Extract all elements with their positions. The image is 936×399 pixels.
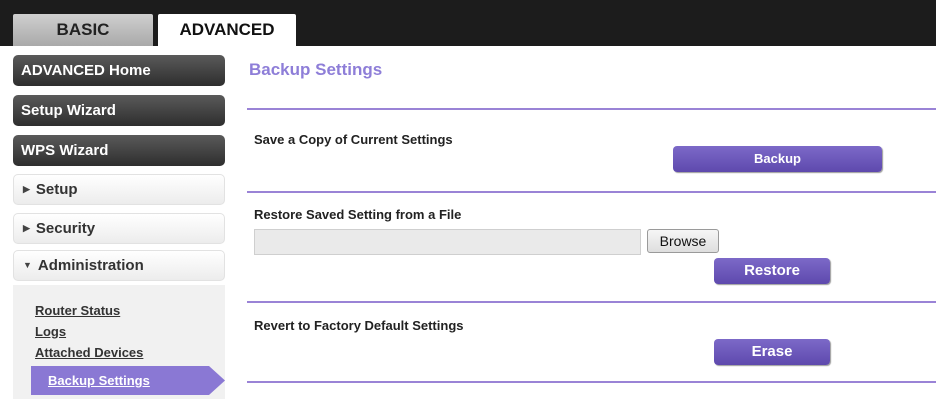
expanded-arrow-icon: ▼ bbox=[23, 260, 32, 270]
divider bbox=[247, 108, 936, 110]
page-title: Backup Settings bbox=[249, 60, 383, 79]
sidebar-item-setup-wizard[interactable]: Setup Wizard bbox=[13, 95, 225, 126]
top-navigation-bar: BASIC ADVANCED bbox=[0, 0, 936, 46]
sidebar-item-advanced-home[interactable]: ADVANCED Home bbox=[13, 55, 225, 86]
file-path-input[interactable] bbox=[254, 229, 641, 255]
sublink-backup-settings[interactable]: Backup Settings bbox=[31, 366, 225, 395]
collapsed-arrow-icon: ▶ bbox=[23, 184, 30, 194]
divider bbox=[247, 301, 936, 303]
main-content: Backup Settings Save a Copy of Current S… bbox=[247, 46, 936, 399]
save-copy-label: Save a Copy of Current Settings bbox=[254, 132, 453, 147]
sublink-logs[interactable]: Logs bbox=[35, 324, 66, 339]
browse-button[interactable]: Browse bbox=[647, 229, 719, 253]
revert-defaults-label: Revert to Factory Default Settings bbox=[254, 318, 464, 333]
tab-basic[interactable]: BASIC bbox=[13, 14, 153, 46]
sublink-attached-devices[interactable]: Attached Devices bbox=[35, 345, 143, 360]
sidebar-item-administration[interactable]: ▼ Administration bbox=[13, 250, 225, 281]
sidebar: ADVANCED Home Setup Wizard WPS Wizard ▶ S… bbox=[0, 46, 238, 399]
sidebar-item-label: Administration bbox=[37, 257, 144, 274]
sidebar-item-wps-wizard[interactable]: WPS Wizard bbox=[13, 135, 225, 166]
divider bbox=[247, 191, 936, 193]
sidebar-item-label: Security bbox=[35, 220, 96, 237]
sublink-router-status[interactable]: Router Status bbox=[35, 303, 120, 318]
sidebar-item-security[interactable]: ▶ Security bbox=[13, 213, 225, 244]
restore-file-label: Restore Saved Setting from a File bbox=[254, 207, 462, 222]
erase-button[interactable]: Erase bbox=[714, 339, 830, 365]
sidebar-item-label: Setup bbox=[35, 181, 78, 198]
tab-advanced[interactable]: ADVANCED bbox=[158, 14, 296, 46]
restore-button[interactable]: Restore bbox=[714, 258, 830, 284]
sublink-label: Backup Settings bbox=[48, 373, 150, 388]
backup-button[interactable]: Backup bbox=[673, 146, 882, 172]
divider bbox=[247, 381, 936, 383]
sidebar-item-setup[interactable]: ▶ Setup bbox=[13, 174, 225, 205]
collapsed-arrow-icon: ▶ bbox=[23, 223, 30, 233]
